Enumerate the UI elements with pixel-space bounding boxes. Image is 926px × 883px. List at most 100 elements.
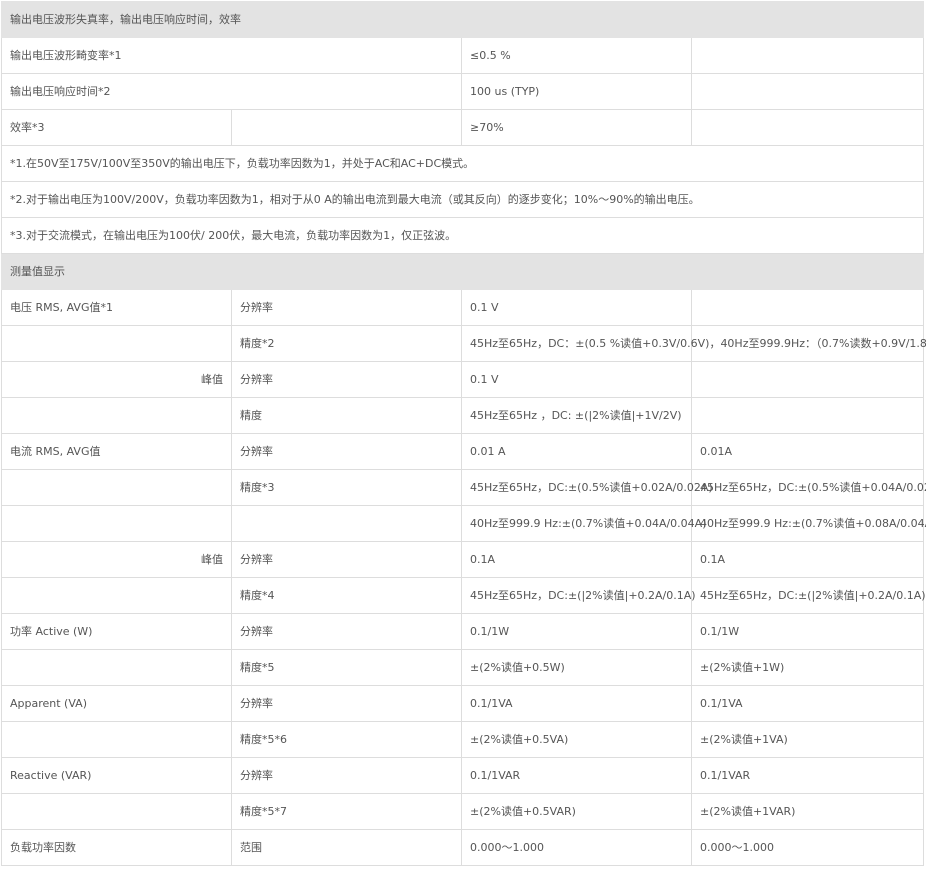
section-cell <box>231 253 462 290</box>
model-a-value-cell: 0.000～1.000 <box>461 829 692 866</box>
attribute-cell: 精度*2 <box>231 325 462 362</box>
empty-cell <box>691 109 924 146</box>
section-title: 测量值显示 <box>1 253 232 290</box>
model-a-value-cell: 0.1/1W <box>461 613 692 650</box>
table-row: 精度*5*7 ±(2%读值+0.5VAR) ±(2%读值+1VAR) <box>1 793 924 830</box>
model-a-value-cell: 45Hz至65Hz，DC:±(|2%读值|+0.2A/0.1A) <box>461 577 696 614</box>
parameter-cell <box>1 793 232 830</box>
table-row: 电压 RMS, AVG值*1 分辨率 0.1 V <box>1 289 924 326</box>
spec-value: ≤0.5 % <box>461 37 692 74</box>
model-a-value-cell: 45Hz至65Hz，DC：±(0.5 %读值+0.3V/0.6V)，40Hz至9… <box>461 325 926 362</box>
footnote: *1.在50V至175V/100V至350V的输出电压下，负载功率因数为1，并处… <box>1 145 924 182</box>
table-row: 40Hz至999.9 Hz:±(0.7%读值+0.04A/0.04A) 40Hz至… <box>1 505 926 542</box>
table-row: 精度*2 45Hz至65Hz，DC：±(0.5 %读值+0.3V/0.6V)，40… <box>1 325 926 362</box>
spec-label: 输出电压波形畸变率*1 <box>1 37 462 74</box>
table-row: 负载功率因数 范围 0.000～1.000 0.000～1.000 <box>1 829 924 866</box>
section-cell <box>691 253 924 290</box>
table-row: Apparent (VA) 分辨率 0.1/1VA 0.1/1VA <box>1 685 924 722</box>
attribute-cell: 分辨率 <box>231 433 462 470</box>
table-row: 输出电压响应时间*2 100 us (TYP) <box>1 73 924 110</box>
model-a-value-cell: 45Hz至65Hz，DC:±(0.5%读值+0.02A/0.02A) <box>461 469 713 506</box>
table-row: 精度*5*6 ±(2%读值+0.5VA) ±(2%读值+1VA) <box>1 721 924 758</box>
model-b-value-cell <box>691 397 924 434</box>
table-row: 精度*5 ±(2%读值+0.5W) ±(2%读值+1W) <box>1 649 924 686</box>
model-b-value-cell: 0.1/1VA <box>691 685 924 722</box>
parameter-cell <box>1 577 232 614</box>
measurement-rows: 电压 RMS, AVG值*1 分辨率 0.1 V 精度*2 45Hz至65Hz，DC：±… <box>1 289 926 866</box>
model-b-value-cell: 45Hz至65Hz，DC:±(0.5%读值+0.04A/0.02A) <box>691 469 926 506</box>
attribute-cell: 精度*3 <box>231 469 462 506</box>
attribute-cell: 精度 <box>231 397 462 434</box>
spec-value: 100 us (TYP) <box>461 73 692 110</box>
table-row: 峰值 分辨率 0.1 V <box>1 361 924 398</box>
attribute-cell: 分辨率 <box>231 289 462 326</box>
empty-cell <box>691 37 924 74</box>
spec-label: 效率*3 <box>1 109 232 146</box>
section-header-output: 输出电压波形失真率，输出电压响应时间，效率 <box>1 1 924 38</box>
footnote: *2.对于输出电压为100V/200V，负载功率因数为1，相对于从0 A的输出电… <box>1 181 924 218</box>
parameter-cell <box>1 325 232 362</box>
attribute-cell: 精度*4 <box>231 577 462 614</box>
section-cell <box>461 253 692 290</box>
model-b-value-cell: 0.1/1VAR <box>691 757 924 794</box>
parameter-cell: 电压 RMS, AVG值*1 <box>1 289 232 326</box>
model-b-value-cell: 40Hz至999.9 Hz:±(0.7%读值+0.08A/0.04A) <box>691 505 926 542</box>
parameter-cell: 负载功率因数 <box>1 829 232 866</box>
parameter-cell: Reactive (VAR) <box>1 757 232 794</box>
model-b-value-cell: ±(2%读值+1VA) <box>691 721 924 758</box>
attribute-cell: 精度*5*6 <box>231 721 462 758</box>
parameter-cell <box>1 397 232 434</box>
model-b-value-cell <box>691 361 924 398</box>
parameter-cell: 峰值 <box>1 541 232 578</box>
table-row: 功率 Active (W) 分辨率 0.1/1W 0.1/1W <box>1 613 924 650</box>
model-b-value-cell: 0.1/1W <box>691 613 924 650</box>
attribute-cell: 范围 <box>231 829 462 866</box>
table-row: 效率*3 ≥70% <box>1 109 924 146</box>
attribute-cell: 精度*5 <box>231 649 462 686</box>
table-row: 输出电压波形畸变率*1 ≤0.5 % <box>1 37 924 74</box>
model-a-value-cell: 0.01 A <box>461 433 692 470</box>
model-a-value-cell: 40Hz至999.9 Hz:±(0.7%读值+0.04A/0.04A) <box>461 505 706 542</box>
spec-value: ≥70% <box>461 109 692 146</box>
attribute-cell <box>231 505 462 542</box>
table-row: 精度*4 45Hz至65Hz，DC:±(|2%读值|+0.2A/0.1A) 45Hz… <box>1 577 926 614</box>
model-a-value-cell: 0.1A <box>461 541 692 578</box>
model-b-value-cell: 0.000～1.000 <box>691 829 924 866</box>
parameter-cell <box>1 649 232 686</box>
model-a-value-cell: 0.1/1VAR <box>461 757 692 794</box>
table-row: 电流 RMS, AVG值 分辨率 0.01 A 0.01A <box>1 433 924 470</box>
parameter-cell <box>1 721 232 758</box>
note-row: *2.对于输出电压为100V/200V，负载功率因数为1，相对于从0 A的输出电… <box>1 181 924 218</box>
parameter-cell: 功率 Active (W) <box>1 613 232 650</box>
model-b-value-cell: 45Hz至65Hz，DC:±(|2%读值|+0.2A/0.1A) <box>691 577 926 614</box>
table-row: 精度*3 45Hz至65Hz，DC:±(0.5%读值+0.02A/0.02A) 45… <box>1 469 926 506</box>
spec-label: 输出电压响应时间*2 <box>1 73 462 110</box>
model-a-value-cell: 0.1/1VA <box>461 685 692 722</box>
attribute-cell: 分辨率 <box>231 613 462 650</box>
section-header-measurement: 测量值显示 <box>1 253 924 290</box>
model-a-value-cell: 0.1 V <box>461 289 692 326</box>
model-b-value-cell: ±(2%读值+1W) <box>691 649 924 686</box>
section-title: 输出电压波形失真率，输出电压响应时间，效率 <box>1 1 924 38</box>
table-row: 精度 45Hz至65Hz ，DC: ±(|2%读值|+1V/2V) <box>1 397 924 434</box>
model-b-value-cell: ±(2%读值+1VAR) <box>691 793 924 830</box>
model-b-value-cell: 0.1A <box>691 541 924 578</box>
empty-cell <box>691 73 924 110</box>
parameter-cell: 峰值 <box>1 361 232 398</box>
empty-cell <box>231 109 462 146</box>
parameter-cell <box>1 469 232 506</box>
model-a-value-cell: ±(2%读值+0.5VA) <box>461 721 692 758</box>
model-a-value-cell: 45Hz至65Hz ，DC: ±(|2%读值|+1V/2V) <box>461 397 692 434</box>
note-row: *3.对于交流模式，在输出电压为100伏/ 200伏，最大电流，负载功率因数为1… <box>1 217 924 254</box>
attribute-cell: 分辨率 <box>231 757 462 794</box>
model-a-value-cell: ±(2%读值+0.5VAR) <box>461 793 692 830</box>
attribute-cell: 分辨率 <box>231 541 462 578</box>
model-b-value-cell: 0.01A <box>691 433 924 470</box>
parameter-cell: 电流 RMS, AVG值 <box>1 433 232 470</box>
attribute-cell: 分辨率 <box>231 685 462 722</box>
attribute-cell: 分辨率 <box>231 361 462 398</box>
model-b-value-cell <box>691 289 924 326</box>
table-row: 峰值 分辨率 0.1A 0.1A <box>1 541 924 578</box>
model-a-value-cell: ±(2%读值+0.5W) <box>461 649 692 686</box>
note-row: *1.在50V至175V/100V至350V的输出电压下，负载功率因数为1，并处… <box>1 145 924 182</box>
